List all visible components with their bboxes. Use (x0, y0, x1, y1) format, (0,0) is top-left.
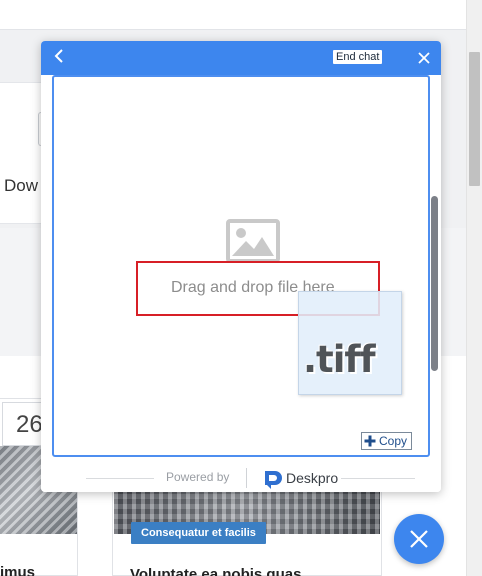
deskpro-logo-icon[interactable] (263, 468, 283, 490)
deskpro-brand-link[interactable]: Deskpro (286, 470, 338, 486)
copy-label: Copy (379, 434, 408, 448)
end-chat-button[interactable]: End chat (333, 50, 383, 64)
image-placeholder-icon (226, 219, 280, 263)
dragged-file-preview: .tiff (298, 291, 402, 395)
drop-zone-scrollbar[interactable] (431, 196, 438, 371)
chevron-left-icon (54, 49, 63, 63)
chat-header: End chat (41, 41, 441, 75)
close-icon (418, 52, 430, 64)
back-button[interactable] (51, 47, 69, 67)
plus-icon (364, 435, 376, 447)
article-category-tag[interactable]: Consequatur et facilis (131, 522, 266, 544)
chat-window: End chat Drag and drop file here .tiff C… (41, 41, 441, 492)
drag-copy-indicator: Copy (361, 432, 413, 450)
footer-divider-right (341, 478, 415, 479)
page-header (0, 0, 466, 30)
chat-toggle-button[interactable] (394, 514, 444, 564)
close-icon (410, 530, 428, 548)
chat-body: Drag and drop file here .tiff Copy Power… (41, 75, 441, 492)
article-title-left[interactable]: imus (0, 564, 35, 576)
page-scrollbar-thumb[interactable] (469, 52, 480, 186)
article-title-right[interactable]: Voluptate ea nobis quas (130, 566, 301, 576)
file-drop-zone[interactable]: Drag and drop file here .tiff Copy (52, 75, 430, 457)
chat-footer: Powered by Deskpro (41, 465, 441, 492)
background-card-text: Dow (4, 176, 39, 195)
powered-by-text: Powered by (166, 470, 230, 484)
close-chat-button[interactable] (415, 49, 433, 67)
file-type-label: .tiff (303, 338, 376, 381)
footer-divider-left (86, 478, 154, 479)
footer-separator (246, 468, 247, 488)
